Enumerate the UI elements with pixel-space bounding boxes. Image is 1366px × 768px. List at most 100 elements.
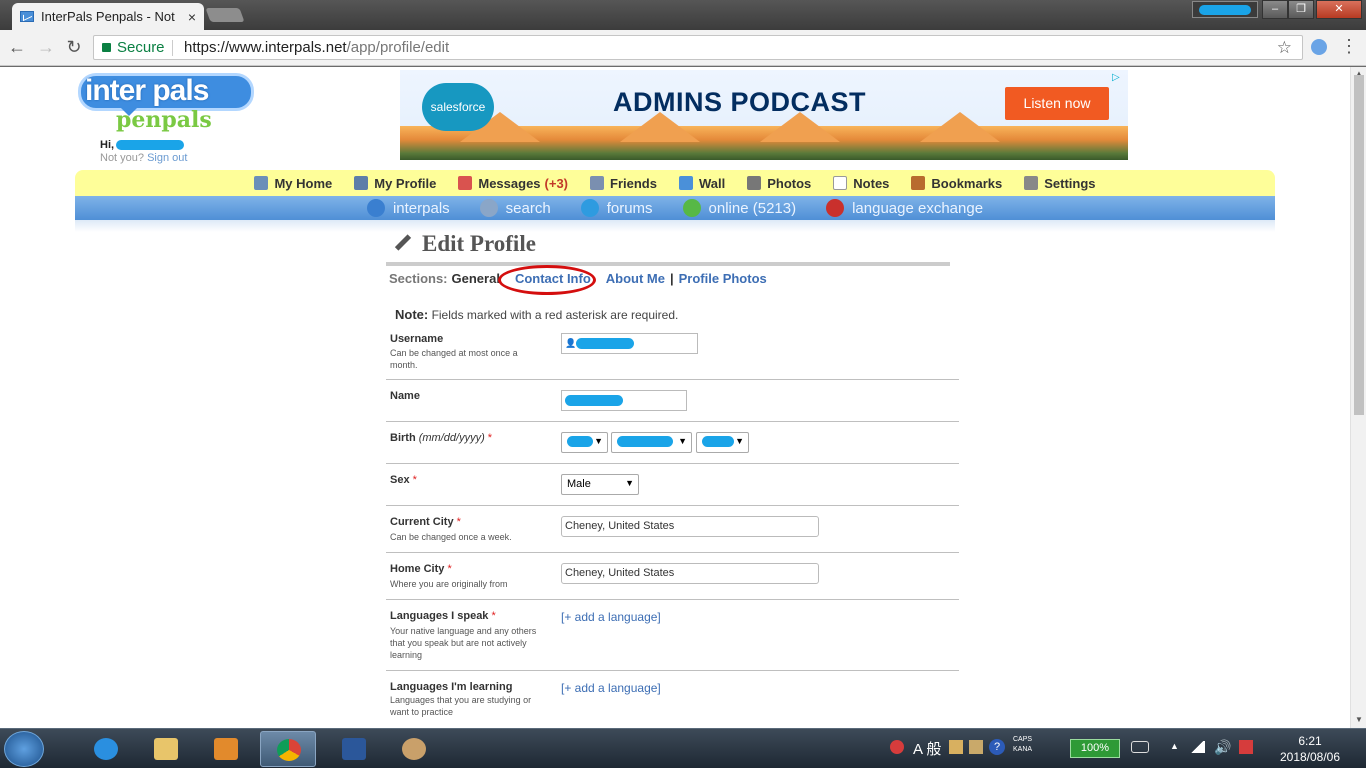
taskbar-explorer[interactable] [138,731,194,767]
browser-tab-interpals[interactable]: InterPals Penpals - Not × [12,3,204,30]
extension-icon[interactable] [1311,39,1327,55]
battery-indicator[interactable]: 100% [1070,739,1120,758]
show-hidden-icons-icon[interactable]: ▲ [1170,741,1179,751]
close-window-button[interactable]: ✕ [1316,0,1362,19]
title-underline [386,262,950,266]
ime-indicator[interactable]: A 般 [913,738,941,759]
windows-taskbar: A 般 ? CAPS KANA 100% ▲ 🔊 6:21 2018/08/06 [0,728,1366,768]
row-birth: Birth (mm/dd/yyyy) * ▼ ▼ ▼ [386,422,959,464]
tray-toolbox-icon[interactable] [949,740,963,754]
tab-about-me[interactable]: About Me [606,271,665,286]
bookmark-star-icon[interactable]: ☆ [1277,36,1292,59]
nav-my-home[interactable]: My Home [254,176,332,191]
dropdown-arrow-icon: ▼ [735,436,744,446]
birth-month-select[interactable]: ▼ [561,432,608,453]
speaker-icon[interactable]: 🔊 [1214,739,1231,756]
interpals-logo[interactable]: inter pals penpals [78,71,254,133]
new-tab-button[interactable] [205,8,245,22]
system-clock[interactable]: 6:21 2018/08/06 [1265,733,1355,765]
ad-listen-button[interactable]: Listen now [1005,87,1109,120]
media-player-icon [214,738,238,760]
sex-value: Male [567,478,591,490]
scrollbar-thumb[interactable] [1354,75,1364,415]
username-help: Can be changed at most once a month. [390,348,518,370]
back-arrow-icon[interactable]: ← [6,37,28,58]
browser-profile-badge[interactable] [1192,1,1258,18]
address-bar[interactable]: Secure https://www.interpals.net/app/pro… [93,35,1303,60]
sign-out-link[interactable]: Sign out [147,152,187,164]
tab-title: InterPals Penpals - Not [41,9,175,24]
help-icon[interactable]: ? [989,739,1005,755]
adchoices-icon[interactable]: ▷ [1112,72,1126,86]
ad-peak [920,112,1000,142]
nav-wall[interactable]: Wall [678,176,725,191]
redacted-username [116,140,185,151]
nav-label: Bookmarks [931,175,1003,191]
ad-banner[interactable]: salesforce ADMINS PODCAST Listen now ▷ [400,70,1128,160]
page-viewport: inter pals penpals Hi, Not you? Sign out… [0,67,1350,728]
nav-label: Messages [478,175,541,191]
power-plug-icon[interactable] [1131,741,1149,753]
notes-icon [833,176,848,190]
nav-friends[interactable]: Friends [590,176,657,191]
network-signal-icon[interactable] [1189,741,1205,753]
taskbar-chrome[interactable] [260,731,316,767]
nav-language-exchange[interactable]: language exchange [826,199,983,217]
nav-my-profile[interactable]: My Profile [354,176,436,191]
required-asterisk: * [447,563,452,575]
tab-profile-photos[interactable]: Profile Photos [679,271,767,286]
nav-label: Photos [767,175,812,191]
add-learning-language-link[interactable]: [+ add a language] [561,681,661,695]
required-asterisk: * [412,474,417,486]
nav-interpals[interactable]: interpals [366,199,450,217]
url-text[interactable]: https://www.interpals.net/app/profile/ed… [184,36,449,59]
row-languages-speak: Languages I speak * Your native language… [386,600,959,671]
red-highlight-circle [498,265,596,295]
tab-close-icon[interactable]: × [188,9,196,25]
pencil-icon [394,234,412,251]
nav-label: My Home [274,175,333,191]
taskbar-word[interactable] [326,731,382,767]
nav-forums[interactable]: forums [580,199,653,217]
nav-label: search [505,199,551,217]
nav-bookmarks[interactable]: Bookmarks [911,176,1002,191]
nav-photos[interactable]: Photos [747,176,811,191]
maximize-button[interactable]: ❐ [1288,0,1314,19]
add-spoken-language-link[interactable]: [+ add a language] [561,610,661,624]
nav-label: Settings [1044,175,1096,191]
current-city-label-text: Current City [390,516,454,528]
clock-date: 2018/08/06 [1279,750,1341,764]
taskbar-ie[interactable] [78,731,134,767]
sex-label-text: Sex [390,474,410,486]
secure-indicator[interactable]: Secure [102,36,165,59]
nav-settings[interactable]: Settings [1024,175,1096,191]
sex-select[interactable]: Male ▼ [561,474,639,495]
reload-icon[interactable]: ↻ [63,37,85,58]
logo-word-interpals: inter pals [85,74,209,107]
nav-notes[interactable]: Notes [833,176,889,191]
magnifier-icon [479,199,498,217]
action-center-flag-icon[interactable] [1239,740,1253,754]
nav-search[interactable]: search [479,199,551,217]
nav-messages[interactable]: Messages (+3) [458,176,568,191]
name-field[interactable] [561,390,687,411]
username-field[interactable]: 👤 [561,333,698,354]
taskbar-media-player[interactable] [198,731,254,767]
start-button[interactable] [4,731,44,767]
nav-online[interactable]: online (5213) [682,199,796,217]
current-city-field[interactable]: Cheney, United States [561,516,819,537]
taskbar-paint[interactable] [386,731,442,767]
minimize-button[interactable]: – [1262,0,1288,19]
birth-day-select[interactable]: ▼ [611,432,692,453]
greeting: Hi, [100,139,185,151]
tray-package-icon[interactable] [969,740,983,754]
internet-explorer-icon [94,738,118,760]
forward-arrow-icon[interactable]: → [35,37,57,58]
birth-year-select[interactable]: ▼ [696,432,749,453]
home-city-field[interactable]: Cheney, United States [561,563,819,584]
page-scrollbar[interactable]: ▲ ▼ [1350,67,1366,728]
browser-menu-icon[interactable]: ⋮ [1340,36,1358,57]
nav-label: Notes [853,175,890,191]
tray-app-icon[interactable] [890,740,904,754]
scroll-down-arrow-icon[interactable]: ▼ [1355,715,1363,724]
